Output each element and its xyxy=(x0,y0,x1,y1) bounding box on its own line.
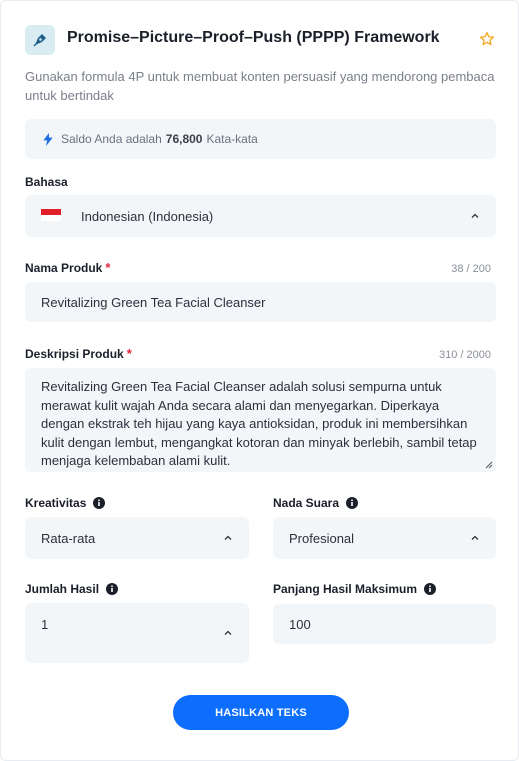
product-name-label: Nama Produk * xyxy=(25,260,110,275)
product-description-label: Deskripsi Produk * xyxy=(25,346,132,361)
language-label: Bahasa xyxy=(25,175,68,189)
creativity-label: Kreativitas xyxy=(25,496,106,510)
lightning-icon xyxy=(43,132,53,146)
creativity-select[interactable]: Rata-rata xyxy=(25,517,249,559)
info-icon[interactable] xyxy=(424,583,437,595)
product-name-label-text: Nama Produk xyxy=(25,260,103,275)
pen-nib-icon xyxy=(25,25,55,55)
result-count-label: Jumlah Hasil xyxy=(25,582,119,596)
result-count-value: 1 xyxy=(41,617,49,632)
info-icon[interactable] xyxy=(106,583,119,595)
product-description-value: Revitalizing Green Tea Facial Cleanser a… xyxy=(41,379,477,468)
tone-label-text: Nada Suara xyxy=(273,496,340,510)
page-title: Promise–Picture–Proof–Push (PPPP) Framew… xyxy=(67,29,440,46)
required-mark: * xyxy=(105,260,111,275)
balance-amount: 76,800 xyxy=(165,132,203,146)
required-mark: * xyxy=(126,346,132,361)
info-icon[interactable] xyxy=(346,497,359,509)
tone-value: Profesional xyxy=(289,530,355,546)
product-name-input[interactable]: Revitalizing Green Tea Facial Cleanser xyxy=(25,282,496,322)
result-count-label-text: Jumlah Hasil xyxy=(25,582,100,596)
creativity-value: Rata-rata xyxy=(41,530,96,546)
page-subtitle: Gunakan formula 4P untuk membuat konten … xyxy=(25,69,495,103)
product-name-counter: 38 / 200 xyxy=(451,263,491,275)
result-count-select[interactable]: 1 xyxy=(25,603,249,663)
max-length-label-text: Panjang Hasil Maksimum xyxy=(273,582,418,596)
chevron-up-icon xyxy=(224,535,232,540)
product-description-textarea[interactable]: Revitalizing Green Tea Facial Cleanser a… xyxy=(25,368,496,472)
language-label-text: Bahasa xyxy=(25,175,68,189)
tone-select[interactable]: Profesional xyxy=(273,517,496,559)
star-icon[interactable] xyxy=(479,31,497,49)
generate-text-button[interactable]: HASILKAN TEKS xyxy=(173,695,349,730)
resize-handle-icon[interactable] xyxy=(484,460,493,469)
chevron-up-icon xyxy=(471,213,479,218)
language-select[interactable]: Indonesian (Indonesia) xyxy=(25,195,496,237)
framework-card: Promise–Picture–Proof–Push (PPPP) Framew… xyxy=(0,0,519,761)
chevron-up-icon xyxy=(471,535,479,540)
indonesia-flag-icon xyxy=(41,209,61,223)
balance-banner: Saldo Anda adalah 76,800 Kata-kata xyxy=(25,119,496,159)
language-value: Indonesian (Indonesia) xyxy=(81,208,214,224)
creativity-label-text: Kreativitas xyxy=(25,496,87,510)
product-description-counter: 310 / 2000 xyxy=(439,349,491,361)
info-icon[interactable] xyxy=(93,497,106,509)
chevron-up-icon xyxy=(224,630,232,635)
balance-suffix: Kata-kata xyxy=(206,132,258,146)
tone-label: Nada Suara xyxy=(273,496,359,510)
balance-prefix: Saldo Anda adalah xyxy=(61,132,162,146)
product-description-label-text: Deskripsi Produk xyxy=(25,346,124,361)
max-length-label: Panjang Hasil Maksimum xyxy=(273,582,437,596)
max-length-input[interactable]: 100 xyxy=(273,604,496,644)
